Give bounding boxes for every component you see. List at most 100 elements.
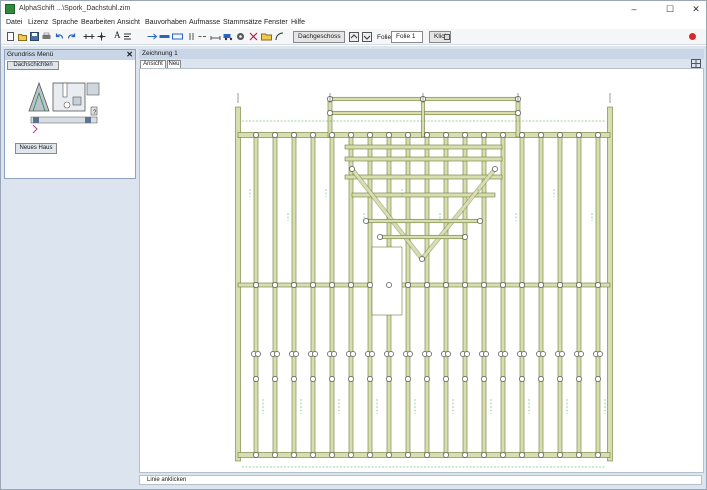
truck-icon[interactable] <box>223 32 234 41</box>
joint-node <box>310 376 316 382</box>
settings-icon[interactable] <box>236 32 245 41</box>
joint-node <box>386 452 392 458</box>
joint-node <box>253 376 259 382</box>
menu-lizenz[interactable]: Lizenz <box>28 19 48 26</box>
beam-icon[interactable] <box>159 32 170 41</box>
align-icon[interactable] <box>123 32 132 41</box>
floor-down-icon[interactable] <box>362 32 372 42</box>
joint-node <box>576 132 582 138</box>
window-title: AlphaSchift ...\Spork_Dachstuhl.zim <box>19 5 131 12</box>
columns-icon[interactable] <box>187 32 196 41</box>
save-icon[interactable] <box>30 32 39 41</box>
joint-node <box>519 282 525 288</box>
joint-node <box>557 376 563 382</box>
joint-node <box>386 132 392 138</box>
joint-node <box>540 351 546 357</box>
joint-node <box>595 282 601 288</box>
joint-node <box>578 351 584 357</box>
grundriss-menu: Grundriss Menü ✕ Dachschichten ? Neues H… <box>4 49 136 179</box>
new-file-icon[interactable] <box>6 32 15 41</box>
new-house-button[interactable]: Neues Haus <box>15 143 57 154</box>
joint-node <box>329 132 335 138</box>
dimension-icon[interactable] <box>210 32 221 41</box>
joint-node <box>576 282 582 288</box>
scissors-icon[interactable] <box>249 32 258 41</box>
rafter-beam <box>367 134 373 456</box>
joint-node <box>419 256 425 262</box>
joint-node <box>367 282 373 288</box>
grundriss-header: Grundriss Menü ✕ <box>5 50 135 60</box>
redo-icon[interactable] <box>67 32 76 41</box>
folder-open-icon[interactable] <box>261 32 272 41</box>
rectangle-tool-icon[interactable] <box>172 32 183 41</box>
record-icon[interactable] <box>688 32 697 41</box>
joint-node <box>462 376 468 382</box>
floor-select[interactable]: Dachgeschoss <box>293 31 345 43</box>
joint-node <box>424 376 430 382</box>
grundriss-close-icon[interactable]: ✕ <box>126 50 133 60</box>
joint-node <box>481 132 487 138</box>
folie-select[interactable]: Folie 1 <box>391 31 423 43</box>
undo-icon[interactable] <box>55 32 64 41</box>
joint-node <box>538 132 544 138</box>
joint-node <box>557 282 563 288</box>
tab-dachschichten[interactable]: Dachschichten <box>7 61 59 70</box>
arrow-right-icon[interactable] <box>147 32 158 41</box>
joint-node <box>291 452 297 458</box>
joint-node <box>274 351 280 357</box>
menu-stammsaetze[interactable]: Stammsätze <box>223 19 262 26</box>
menu-datei[interactable]: Datei <box>6 19 22 26</box>
menu-ansicht[interactable]: Ansicht <box>117 19 140 26</box>
joint-node <box>293 351 299 357</box>
joint-node <box>483 351 489 357</box>
menu-aufmasse[interactable]: Aufmasse <box>189 19 220 26</box>
roof-plan[interactable] <box>140 69 704 473</box>
text-tool-icon[interactable]: A <box>114 30 121 40</box>
line-tool-icon[interactable] <box>83 32 95 41</box>
joint-node <box>388 351 394 357</box>
maximize-button[interactable]: ☐ <box>661 3 679 15</box>
joint-node <box>538 376 544 382</box>
joint-node <box>502 351 508 357</box>
menu-fenster[interactable]: Fenster <box>264 19 288 26</box>
move-tool-icon[interactable] <box>96 32 107 41</box>
title-bar: AlphaSchift ...\Spork_Dachstuhl.zim – ☐ … <box>1 1 706 18</box>
joint-node <box>367 132 373 138</box>
joint-node <box>405 376 411 382</box>
menu-hilfe[interactable]: Hilfe <box>291 19 305 26</box>
rafter-beam <box>424 134 430 456</box>
joint-node <box>462 234 468 240</box>
grid-icon[interactable] <box>691 59 701 68</box>
open-folder-icon[interactable] <box>18 32 27 41</box>
joint-node <box>272 452 278 458</box>
joint-node <box>272 282 278 288</box>
joint-node <box>481 452 487 458</box>
floor-up-icon[interactable] <box>349 32 359 42</box>
joint-node <box>369 351 375 357</box>
purlin-beam <box>379 234 466 240</box>
toolbar: A Dachgeschoss Folie Folie 1 Klick <box>1 29 706 45</box>
joint-node <box>500 132 506 138</box>
dash-tool-icon[interactable] <box>198 32 209 41</box>
joint-node <box>464 351 470 357</box>
joint-node <box>310 132 316 138</box>
menu-bearbeiten[interactable]: Bearbeiten <box>81 19 115 26</box>
left-panel: Grundriss Menü ✕ Dachschichten ? Neues H… <box>1 46 138 489</box>
roof-tools-illustration[interactable]: ? <box>27 75 103 139</box>
joint-node <box>386 282 392 288</box>
drawing-canvas[interactable] <box>139 68 704 473</box>
minimize-button[interactable]: – <box>625 3 643 15</box>
joint-node <box>597 351 603 357</box>
menu-bar: Datei Lizenz Sprache Bearbeiten Ansicht … <box>1 18 706 29</box>
arc-tool-icon[interactable] <box>275 32 284 41</box>
joint-node <box>348 452 354 458</box>
menu-bauvorhaben[interactable]: Bauvorhaben <box>145 19 187 26</box>
print-icon[interactable] <box>42 32 51 41</box>
joint-node <box>595 452 601 458</box>
menu-sprache[interactable]: Sprache <box>52 19 78 26</box>
close-button[interactable]: ✕ <box>687 3 705 15</box>
joint-node <box>492 166 498 172</box>
purlin-beam <box>365 218 481 224</box>
joint-node <box>329 282 335 288</box>
klick-options-icon[interactable] <box>444 34 450 40</box>
